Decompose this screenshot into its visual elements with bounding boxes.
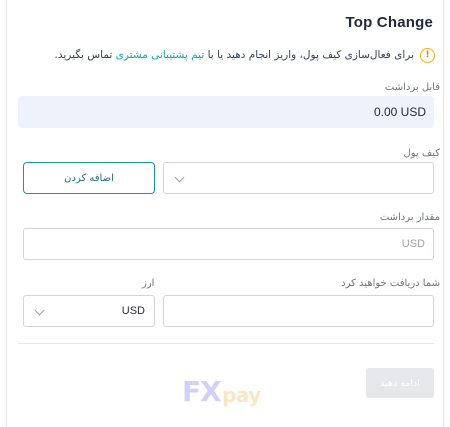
divider [18, 343, 434, 344]
activation-notice: ! برای فعال‌سازی کیف پول، واریز انجام ده… [15, 44, 435, 66]
currency-value: USD [121, 305, 145, 317]
fxpay-logo: FX pay [182, 375, 261, 408]
add-wallet-button[interactable]: اضافه کردن [23, 162, 155, 194]
amount-label: مقدار برداشت [379, 212, 440, 223]
wallet-select[interactable] [163, 162, 434, 194]
wallet-label: کیف پول [403, 148, 440, 159]
chevron-down-icon [34, 305, 45, 316]
chevron-down-icon [174, 172, 185, 183]
support-link[interactable]: تیم پشتیبانی مشتری [116, 49, 205, 61]
amount-placeholder: USD [401, 238, 425, 250]
balance-value: 0.00 USD [373, 105, 426, 119]
currency-select[interactable]: USD [23, 295, 155, 327]
receive-label: شما دریافت خواهید کرد [341, 278, 440, 289]
receive-amount-field[interactable] [163, 295, 434, 327]
withdraw-card: Top Change ! برای فعال‌سازی کیف پول، وار… [6, 0, 444, 427]
currency-label: ارز [142, 278, 155, 289]
exclamation-icon: ! [420, 47, 435, 63]
balance-display: 0.00 USD [18, 96, 434, 128]
balance-label: قابل برداشت [384, 82, 440, 93]
continue-button[interactable]: ادامه دهید [366, 368, 434, 398]
amount-input[interactable]: USD [23, 228, 434, 260]
notice-text: برای فعال‌سازی کیف پول، واریز انجام دهید… [54, 49, 414, 61]
page-title: Top Change [345, 14, 433, 31]
